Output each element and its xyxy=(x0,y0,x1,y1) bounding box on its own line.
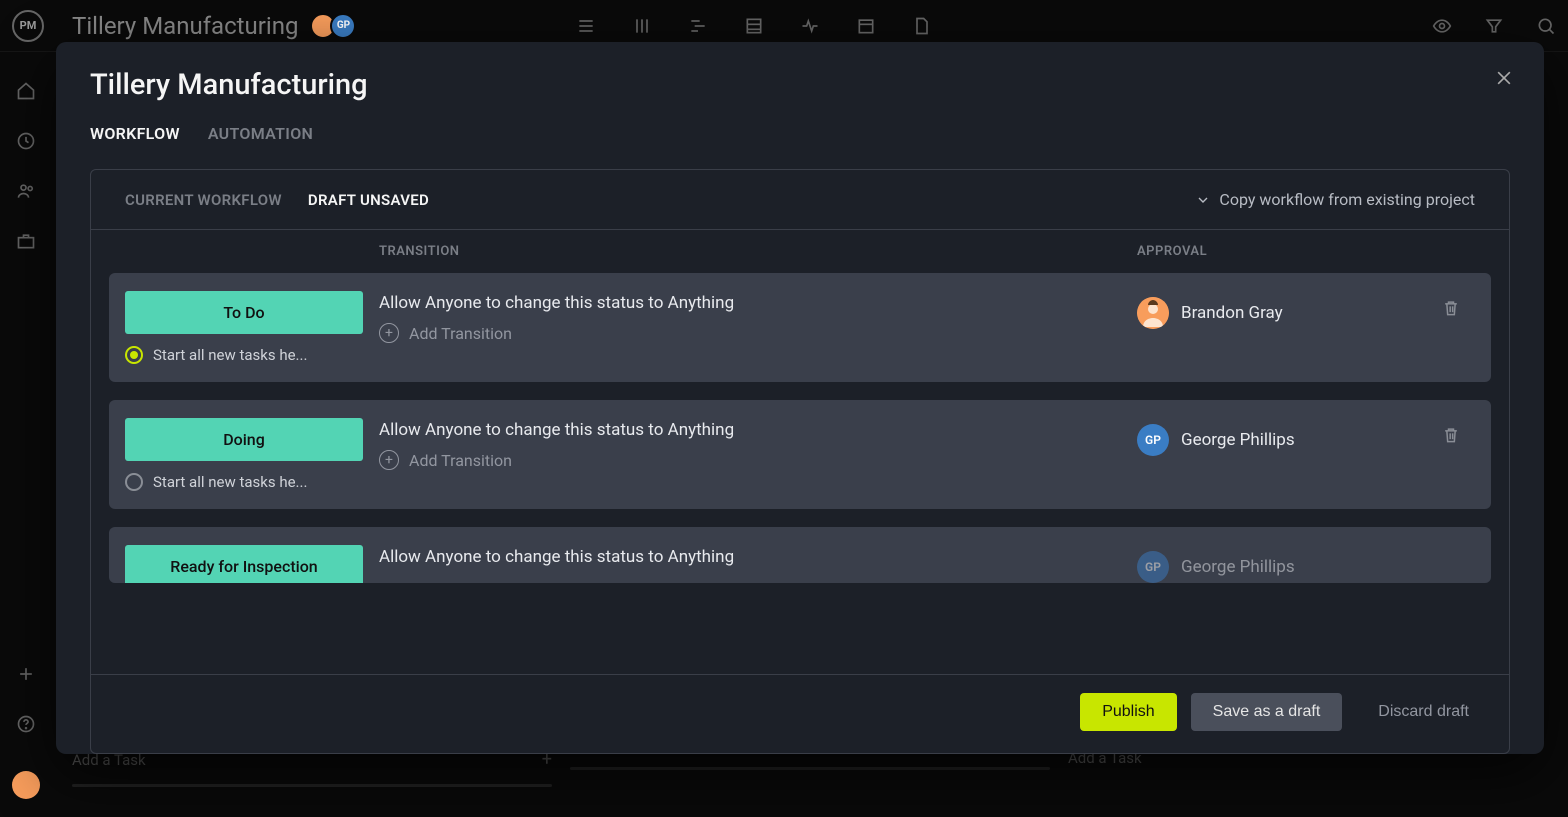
transition-rule-text: Allow Anyone to change this status to An… xyxy=(379,420,1137,440)
status-row: Doing Start all new tasks he... Allow An… xyxy=(109,400,1491,509)
activity-view-icon[interactable] xyxy=(800,16,820,36)
radio-label: Start all new tasks he... xyxy=(153,473,307,491)
chevron-down-icon xyxy=(1195,192,1211,208)
add-transition-button[interactable]: + Add Transition xyxy=(379,323,1137,343)
status-row: To Do Start all new tasks he... Allow An… xyxy=(109,273,1491,382)
delete-row-button[interactable] xyxy=(1427,291,1475,319)
status-pill-todo[interactable]: To Do xyxy=(125,291,363,334)
current-user-avatar[interactable] xyxy=(12,771,40,799)
visibility-icon[interactable] xyxy=(1432,16,1452,36)
copy-workflow-link[interactable]: Copy workflow from existing project xyxy=(1195,190,1475,209)
help-icon[interactable] xyxy=(15,713,37,735)
delete-row-button[interactable] xyxy=(1427,418,1475,446)
modal-body: CURRENT WORKFLOW DRAFT UNSAVED Copy work… xyxy=(90,169,1510,754)
add-transition-label: Add Transition xyxy=(409,451,512,470)
tab-workflow[interactable]: WORKFLOW xyxy=(90,124,180,147)
files-view-icon[interactable] xyxy=(912,16,932,36)
add-icon[interactable] xyxy=(15,663,37,685)
tab-automation[interactable]: AUTOMATION xyxy=(208,124,313,147)
transition-rule-text: Allow Anyone to change this status to An… xyxy=(379,547,1137,567)
home-icon[interactable] xyxy=(15,80,37,102)
plus-circle-icon: + xyxy=(379,450,399,470)
publish-button[interactable]: Publish xyxy=(1080,693,1176,731)
approver-avatar[interactable] xyxy=(1137,297,1169,329)
subtab-draft-unsaved[interactable]: DRAFT UNSAVED xyxy=(308,191,429,209)
start-tasks-radio[interactable]: Start all new tasks he... xyxy=(125,473,363,491)
add-transition-button[interactable]: + Add Transition xyxy=(379,450,1137,470)
left-sidebar xyxy=(0,52,52,817)
add-transition-label: Add Transition xyxy=(409,324,512,343)
header-avatar-2[interactable]: GP xyxy=(330,13,356,39)
status-pill-doing[interactable]: Doing xyxy=(125,418,363,461)
filter-icon[interactable] xyxy=(1484,16,1504,36)
status-rows-container: To Do Start all new tasks he... Allow An… xyxy=(91,273,1509,680)
radio-icon xyxy=(125,346,143,364)
briefcase-icon[interactable] xyxy=(15,230,37,252)
save-draft-button[interactable]: Save as a draft xyxy=(1191,693,1343,731)
workflow-modal: Tillery Manufacturing WORKFLOW AUTOMATIO… xyxy=(56,42,1544,754)
workflow-subheader: CURRENT WORKFLOW DRAFT UNSAVED Copy work… xyxy=(91,170,1509,230)
approver-avatar[interactable]: GP xyxy=(1137,424,1169,456)
subtab-current-workflow[interactable]: CURRENT WORKFLOW xyxy=(125,191,282,209)
column-headers: TRANSITION APPROVAL xyxy=(91,230,1509,273)
main-tabs: WORKFLOW AUTOMATION xyxy=(90,124,1510,147)
approver-name: Brandon Gray xyxy=(1181,303,1283,323)
modal-header: Tillery Manufacturing WORKFLOW AUTOMATIO… xyxy=(56,42,1544,147)
start-tasks-radio[interactable]: Start all new tasks he... xyxy=(125,346,363,364)
radio-icon xyxy=(125,473,143,491)
recent-icon[interactable] xyxy=(15,130,37,152)
search-icon[interactable] xyxy=(1536,16,1556,36)
plus-circle-icon: + xyxy=(379,323,399,343)
transition-rule-text: Allow Anyone to change this status to An… xyxy=(379,293,1137,313)
close-button[interactable] xyxy=(1492,66,1516,90)
header-avatars[interactable]: GP xyxy=(316,13,356,39)
calendar-view-icon[interactable] xyxy=(856,16,876,36)
column-header-approval: APPROVAL xyxy=(1137,244,1427,259)
gantt-view-icon[interactable] xyxy=(688,16,708,36)
approver-avatar[interactable]: GP xyxy=(1137,551,1169,583)
approver-name: George Phillips xyxy=(1181,430,1295,450)
list-view-icon[interactable] xyxy=(576,16,596,36)
radio-label: Start all new tasks he... xyxy=(153,346,307,364)
sheet-view-icon[interactable] xyxy=(744,16,764,36)
status-row: Ready for Inspection Allow Anyone to cha… xyxy=(109,527,1491,583)
team-icon[interactable] xyxy=(15,180,37,202)
approver-name: George Phillips xyxy=(1181,557,1295,577)
status-pill-ready[interactable]: Ready for Inspection xyxy=(125,545,363,583)
app-logo[interactable]: PM xyxy=(12,10,44,42)
project-title-bg: Tillery Manufacturing xyxy=(72,12,298,40)
board-view-icon[interactable] xyxy=(632,16,652,36)
modal-footer: Publish Save as a draft Discard draft xyxy=(91,674,1509,753)
discard-draft-button[interactable]: Discard draft xyxy=(1356,693,1491,731)
topbar-right xyxy=(1432,16,1556,36)
modal-title: Tillery Manufacturing xyxy=(90,68,1510,102)
copy-workflow-label: Copy workflow from existing project xyxy=(1219,190,1475,209)
view-switcher xyxy=(576,16,932,36)
column-header-transition: TRANSITION xyxy=(379,244,1137,259)
delete-row-button[interactable] xyxy=(1427,545,1475,551)
